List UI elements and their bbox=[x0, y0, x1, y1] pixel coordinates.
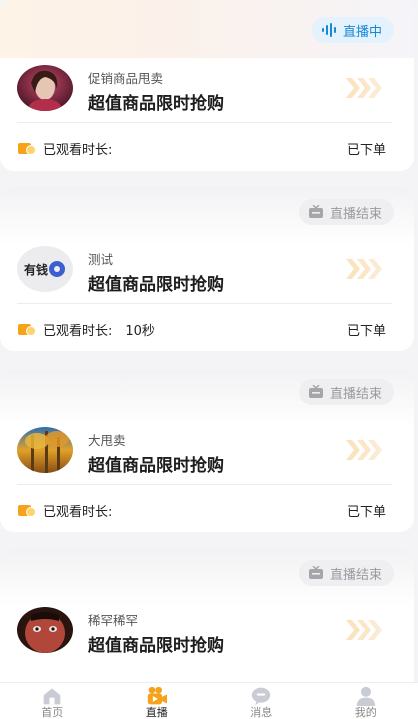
live-title: 超值商品限时抢购 bbox=[88, 89, 224, 114]
avatar-face-closeup-icon bbox=[17, 607, 73, 653]
order-status: 已下单 bbox=[347, 501, 386, 520]
host-avatar[interactable] bbox=[17, 607, 73, 653]
status-badge: 直播中 bbox=[312, 17, 394, 43]
host-avatar[interactable]: 有钱 bbox=[17, 246, 73, 292]
live-card-1[interactable]: 直播中 促销商品甩卖 超值商品限时抢购 已观看时长: 已下单 bbox=[0, 0, 414, 171]
avatar-woman-portrait-icon bbox=[17, 65, 73, 111]
tv-icon bbox=[309, 205, 323, 219]
live-card-3[interactable]: 直播结束 大甩卖 超值商品限时抢购 bbox=[0, 369, 414, 532]
bottom-tab-bar: 首页 直播 消息 我的 bbox=[0, 682, 418, 719]
avatar-logo-gear-icon: 有钱 bbox=[17, 246, 73, 292]
tab-label: 我的 bbox=[355, 707, 377, 719]
home-icon bbox=[39, 686, 65, 706]
watch-value: 10秒 bbox=[125, 320, 155, 339]
enter-arrows-icon[interactable] bbox=[344, 76, 384, 100]
watch-time-icon bbox=[18, 142, 36, 155]
enter-arrows-icon[interactable] bbox=[344, 257, 384, 281]
tv-icon bbox=[309, 385, 323, 399]
tab-profile[interactable]: 我的 bbox=[314, 683, 418, 719]
order-status: 已下单 bbox=[347, 139, 386, 158]
tab-label: 首页 bbox=[41, 707, 63, 719]
status-badge-label: 直播中 bbox=[343, 21, 382, 40]
watch-duration: 已观看时长: bbox=[18, 139, 125, 158]
host-name: 促销商品甩卖 bbox=[88, 68, 163, 87]
avatar-autumn-forest-icon bbox=[17, 427, 73, 473]
watch-label: 已观看时长: bbox=[43, 320, 112, 339]
status-badge: 直播结束 bbox=[299, 560, 394, 586]
audio-wave-icon bbox=[322, 23, 336, 37]
user-icon bbox=[353, 686, 379, 706]
order-status: 已下单 bbox=[347, 320, 386, 339]
status-badge: 直播结束 bbox=[299, 379, 394, 405]
watch-label: 已观看时长: bbox=[43, 139, 112, 158]
tab-home[interactable]: 首页 bbox=[0, 683, 105, 719]
live-title: 超值商品限时抢购 bbox=[88, 631, 224, 656]
host-name: 测试 bbox=[88, 249, 113, 268]
divider bbox=[17, 122, 392, 123]
live-title: 超值商品限时抢购 bbox=[88, 451, 224, 476]
watch-duration: 已观看时长: 10秒 bbox=[18, 320, 155, 339]
divider bbox=[17, 484, 392, 485]
host-name: 稀罕稀罕 bbox=[88, 610, 138, 629]
status-badge-label: 直播结束 bbox=[330, 564, 382, 583]
divider bbox=[17, 303, 392, 304]
svg-text:有钱: 有钱 bbox=[24, 262, 48, 277]
watch-time-icon bbox=[18, 323, 36, 336]
host-name: 大甩卖 bbox=[88, 430, 126, 449]
live-card-4[interactable]: 直播结束 稀罕稀罕 超值商品限时抢购 bbox=[0, 549, 414, 699]
tab-live[interactable]: 直播 bbox=[105, 683, 210, 719]
status-badge-label: 直播结束 bbox=[330, 203, 382, 222]
chat-bubble-icon bbox=[248, 686, 274, 706]
tab-label: 消息 bbox=[250, 707, 272, 719]
tv-icon bbox=[309, 566, 323, 580]
tab-label: 直播 bbox=[146, 707, 168, 719]
status-badge: 直播结束 bbox=[299, 199, 394, 225]
video-camera-icon bbox=[144, 686, 170, 706]
tab-messages[interactable]: 消息 bbox=[209, 683, 314, 719]
enter-arrows-icon[interactable] bbox=[344, 438, 384, 462]
live-title: 超值商品限时抢购 bbox=[88, 270, 224, 295]
watch-label: 已观看时长: bbox=[43, 501, 112, 520]
watch-duration: 已观看时长: bbox=[18, 501, 125, 520]
live-card-2[interactable]: 直播结束 有钱 测试 超值商品限时抢购 已观看时长: 10秒 已下单 bbox=[0, 187, 414, 351]
status-badge-label: 直播结束 bbox=[330, 383, 382, 402]
host-avatar[interactable] bbox=[17, 427, 73, 473]
watch-time-icon bbox=[18, 504, 36, 517]
enter-arrows-icon[interactable] bbox=[344, 618, 384, 642]
host-avatar[interactable] bbox=[17, 65, 73, 111]
